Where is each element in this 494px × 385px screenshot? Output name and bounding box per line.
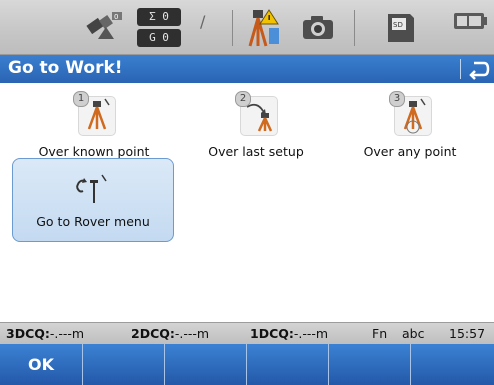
- tile-over-any-point[interactable]: 3 Over any point: [340, 91, 480, 164]
- battery-icon: [454, 13, 487, 29]
- tile-over-known-point[interactable]: 1 Over known point: [24, 91, 164, 164]
- softkey-3[interactable]: [165, 344, 247, 385]
- softkey-2[interactable]: [83, 344, 165, 385]
- count-sigma: Σ 0: [137, 8, 181, 26]
- status-divider: [232, 10, 233, 46]
- tile-over-last-setup[interactable]: 2 Over last setup: [186, 91, 326, 164]
- instrument-warning-icon[interactable]: [245, 8, 285, 48]
- satellite-icon[interactable]: 0: [84, 9, 124, 45]
- svg-text:0: 0: [114, 13, 118, 21]
- title-bar: Go to Work!: [0, 55, 494, 83]
- undo-arrow-icon[interactable]: [466, 57, 490, 81]
- page-title: Go to Work!: [8, 58, 123, 78]
- quality-3d: 3DCQ:-.---m: [6, 326, 85, 341]
- svg-text:SD: SD: [393, 21, 403, 29]
- tile-label: Over last setup: [208, 144, 304, 159]
- tilt-indicator: /: [200, 12, 206, 31]
- rover-pole-icon: [76, 174, 107, 203]
- count-g: G 0: [137, 29, 181, 47]
- menu-area: 1 Over known point 2 Over last setup 3 O…: [0, 84, 494, 322]
- tile-label: Go to Rover menu: [36, 214, 150, 229]
- screen: 0 Σ 0 G 0 / SD Go to Work! 1 Over known …: [0, 0, 494, 385]
- tile-number: 1: [73, 91, 89, 107]
- status-bar: 0 Σ 0 G 0 / SD: [0, 0, 494, 55]
- tile-label: Over known point: [38, 144, 150, 159]
- input-mode: abc: [402, 326, 425, 341]
- softkey-ok[interactable]: OK: [0, 344, 83, 385]
- softkey-4[interactable]: [247, 344, 329, 385]
- softkey-5[interactable]: [329, 344, 411, 385]
- quality-2d: 2DCQ:-.---m: [131, 326, 210, 341]
- sd-card-icon[interactable]: SD: [386, 12, 416, 44]
- tile-label: Over any point: [363, 144, 457, 159]
- status-divider: [354, 10, 355, 46]
- softkey-bar: OK: [0, 344, 494, 385]
- quality-bar: 3DCQ:-.---m 2DCQ:-.---m 1DCQ:-.---m Fn a…: [0, 322, 494, 345]
- softkey-6[interactable]: [411, 344, 493, 385]
- tripod-known-point-icon: 1: [73, 91, 116, 136]
- tile-number: 2: [235, 91, 251, 107]
- quality-1d: 1DCQ:-.---m: [250, 326, 329, 341]
- satellite-counts: Σ 0 G 0: [137, 8, 181, 48]
- title-divider: [460, 59, 461, 79]
- clock: 15:57: [449, 326, 486, 341]
- tile-go-to-rover-menu[interactable]: Go to Rover menu: [12, 158, 174, 242]
- camera-icon[interactable]: [302, 14, 334, 40]
- tripod-last-setup-icon: 2: [235, 91, 278, 136]
- tile-number: 3: [389, 91, 405, 107]
- tripod-any-point-icon: 3: [389, 91, 432, 136]
- fn-indicator: Fn: [372, 326, 388, 341]
